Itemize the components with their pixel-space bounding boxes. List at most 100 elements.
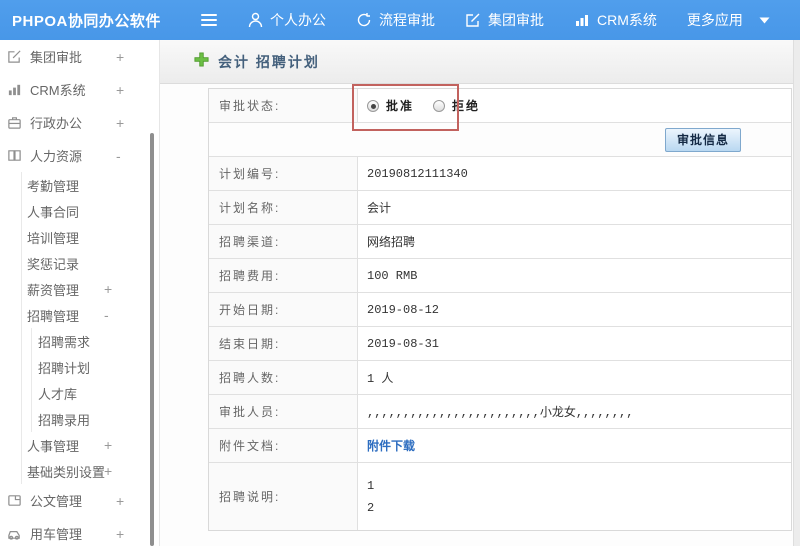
field-label: 招聘说明: [209,463,358,530]
field-label: 审批人员: [209,395,358,428]
field-label: 结束日期: [209,327,358,360]
sidebar-item-crm[interactable]: CRM系统 + [0,73,159,106]
field-label: 开始日期: [209,293,358,326]
user-icon [248,12,263,28]
row-approval-status: 审批状态: 批准 拒绝 [209,89,791,122]
app-brand: PHPOA协同办公软件 [12,12,161,30]
book-icon [6,148,22,163]
field-value: ,,,,,,,,,,,,,,,,,,,,,,,,小龙女,,,,,,,, [367,406,634,420]
field-value: 网络招聘 [367,236,416,250]
field-value: 1 2 [358,463,791,530]
nav-group-approval[interactable]: 集团审批 [465,10,544,30]
recruit-submenu: 招聘需求 招聘计划 人才库 招聘录用 [31,328,159,432]
nav-process-approval[interactable]: 流程审批 [356,10,435,30]
sidebar-item-salary-mgmt[interactable]: 薪资管理 + [22,276,159,302]
field-label: 招聘费用: [209,259,358,292]
expand-plus[interactable]: + [116,115,124,131]
main-scrollbar[interactable] [793,40,800,546]
sidebar-item-vehicle-mgmt[interactable]: 用车管理 + [0,517,159,546]
add-plus-icon[interactable] [194,51,209,72]
sidebar-item-rewards-records[interactable]: 奖惩记录 [22,250,159,276]
car-icon [6,526,22,541]
expand-minus[interactable]: - [116,148,121,164]
nav-more-apps[interactable]: 更多应用 [687,10,743,30]
edit-icon [6,49,22,64]
field-label: 招聘人数: [209,361,358,394]
bar-chart-icon [6,82,22,97]
sidebar-item-hr[interactable]: 人力资源 - [0,139,159,172]
content-header: 会计 招聘计划 [160,40,800,84]
bar-chart-icon [574,12,590,28]
radio-approve[interactable] [367,99,379,112]
menu-icon[interactable] [200,13,218,27]
sidebar-scrollbar[interactable] [150,133,154,546]
hr-submenu: 考勤管理 人事合同 培训管理 奖惩记录 薪资管理 + 招聘管理 - 招聘需求 招… [21,172,159,484]
nav-label: 更多应用 [686,12,743,28]
row-recruit-description: 招聘说明: 1 2 [209,462,791,530]
expand-plus[interactable]: + [116,82,124,98]
sidebar-item-recruit-demand[interactable]: 招聘需求 [32,328,159,354]
sidebar-item-training[interactable]: 培训管理 [22,224,159,250]
field-label: 招聘渠道: [209,225,358,258]
field-label: 计划名称: [209,191,358,224]
sidebar-item-attendance[interactable]: 考勤管理 [22,172,159,198]
sidebar-item-base-category-settings[interactable]: 基础类别设置 + [22,458,159,484]
field-label: 附件文档: [209,429,358,462]
row-headcount: 招聘人数: 1 人 [209,360,791,394]
field-value: 2019-08-31 [367,336,440,351]
row-recruit-cost: 招聘费用: 100 RMB [209,258,791,292]
row-end-date: 结束日期: 2019-08-31 [209,326,791,360]
process-icon [356,12,372,28]
page-title: 会计 招聘计划 [218,53,320,70]
nav-label: 个人办公 [270,12,326,28]
nav-label: 流程审批 [379,12,435,28]
expand-plus[interactable]: + [116,526,124,542]
description-line: 1 [367,478,375,493]
nav-label: 集团审批 [488,12,544,28]
caret-down-icon[interactable] [759,11,770,29]
expand-plus[interactable]: + [104,437,112,453]
sidebar: 集团审批 + CRM系统 + 行政办公 + 人力资源 - 考勤管理 人事合同 培… [0,40,160,546]
expand-plus[interactable]: + [104,463,112,479]
expand-plus[interactable]: + [116,493,124,509]
sidebar-item-recruit-hire[interactable]: 招聘录用 [32,406,159,432]
sidebar-item-recruit-mgmt[interactable]: 招聘管理 - [22,302,159,328]
briefcase-icon [6,115,22,130]
sidebar-item-recruit-plan[interactable]: 招聘计划 [32,354,159,380]
row-plan-name: 计划名称: 会计 [209,190,791,224]
row-approval-action: 审批信息 [209,122,791,156]
row-plan-number: 计划编号: 20190812111340 [209,156,791,190]
topbar: PHPOA协同办公软件 个人办公 流程审批 集团审批 CRM系统 更多应用 [0,0,800,40]
row-recruit-channel: 招聘渠道: 网络招聘 [209,224,791,258]
field-value: 2019-08-12 [367,302,440,317]
field-value: 会计 [367,202,392,216]
expand-plus[interactable]: + [104,281,112,297]
radio-reject-label: 拒绝 [452,99,481,113]
expand-minus[interactable]: - [104,307,109,323]
field-label: 计划编号: [209,157,358,190]
document-icon [6,493,22,508]
content-body: 审批状态: 批准 拒绝 审批信息 计划编号: 20190812111340 计划… [160,85,793,546]
main-area: 会计 招聘计划 审批状态: 批准 拒绝 审批信息 计划编号: 201908121… [160,40,800,546]
row-approvers: 审批人员: ,,,,,,,,,,,,,,,,,,,,,,,,小龙女,,,,,,,… [209,394,791,428]
approval-info-button[interactable]: 审批信息 [664,127,741,152]
radio-approve-label: 批准 [386,99,415,113]
row-start-date: 开始日期: 2019-08-12 [209,292,791,326]
attachment-download-link[interactable]: 附件下载 [367,437,415,454]
recruit-plan-detail-table: 审批状态: 批准 拒绝 审批信息 计划编号: 20190812111340 计划… [208,88,792,531]
expand-plus[interactable]: + [116,49,124,65]
approval-radio-group: 批准 拒绝 [358,89,791,122]
description-line: 2 [367,500,375,515]
sidebar-item-hr-contract[interactable]: 人事合同 [22,198,159,224]
sidebar-item-group-approval[interactable]: 集团审批 + [0,40,159,73]
sidebar-item-talent-pool[interactable]: 人才库 [32,380,159,406]
sidebar-item-personnel-mgmt[interactable]: 人事管理 + [22,432,159,458]
field-value: 100 RMB [367,268,418,283]
sidebar-item-admin-office[interactable]: 行政办公 + [0,106,159,139]
sidebar-item-document-mgmt[interactable]: 公文管理 + [0,484,159,517]
nav-crm-system[interactable]: CRM系统 [574,10,657,30]
top-navigation: 个人办公 流程审批 集团审批 CRM系统 更多应用 [248,10,770,30]
radio-reject[interactable] [433,99,446,112]
nav-personal-office[interactable]: 个人办公 [248,10,326,30]
row-attachment: 附件文档: 附件下载 [209,428,791,462]
